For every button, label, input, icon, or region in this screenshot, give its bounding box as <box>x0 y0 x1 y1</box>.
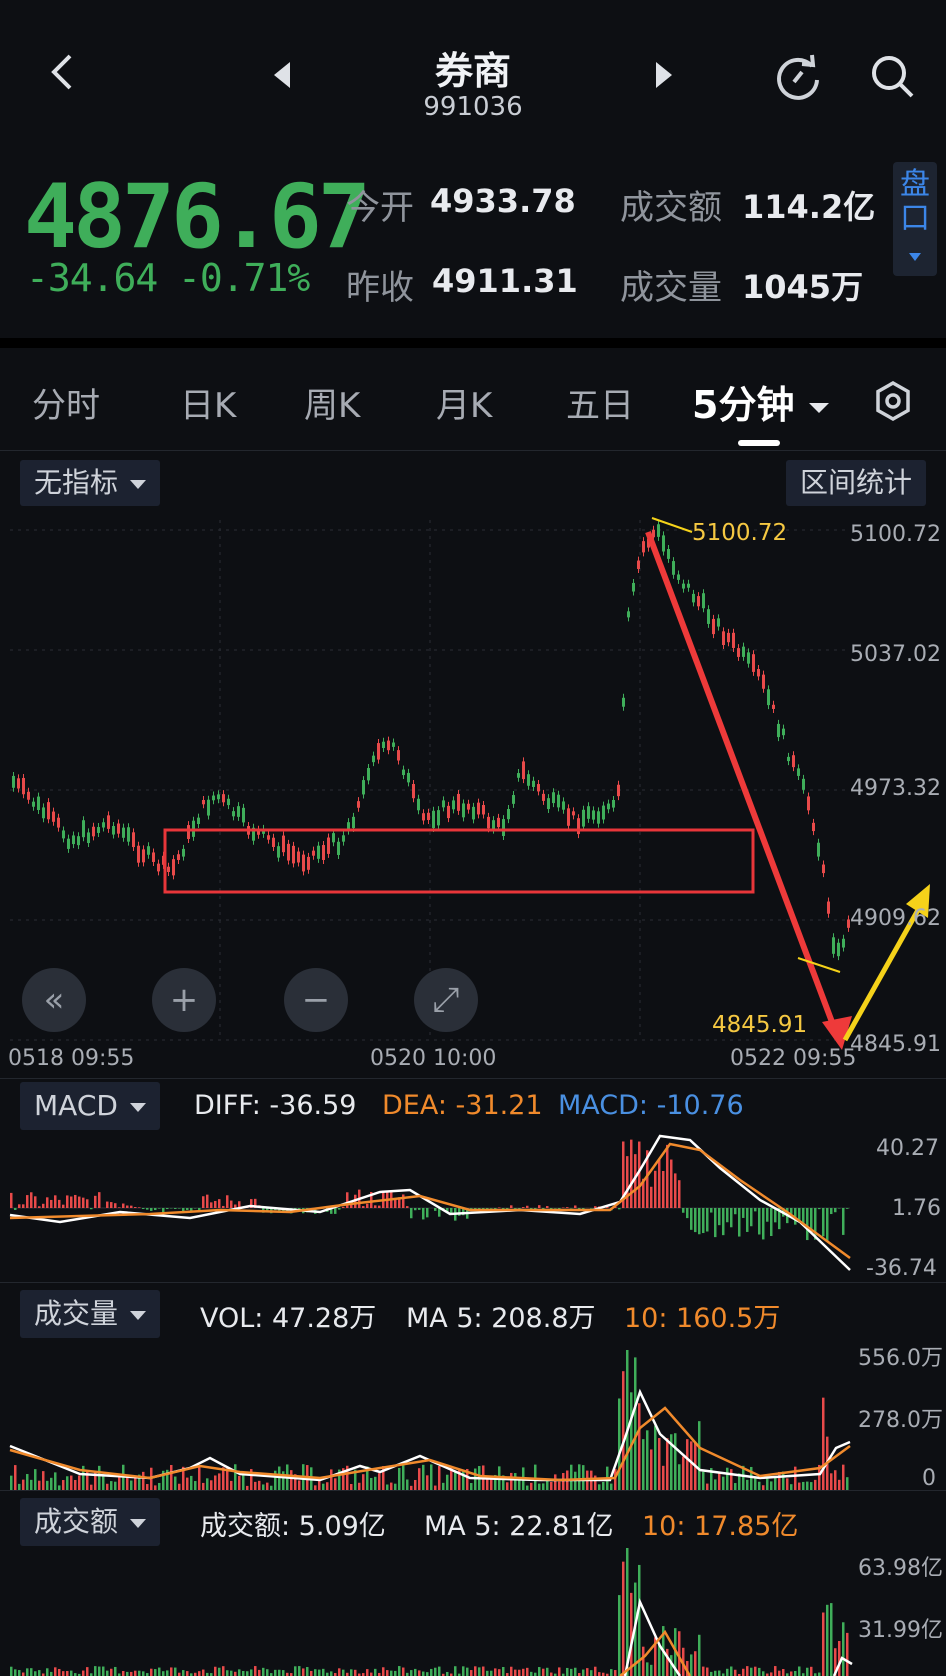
volume-vol: VOL: 47.28万 <box>200 1303 377 1334</box>
volume-ma10: 10: 160.5万 <box>624 1303 781 1334</box>
x-tick: 0518 09:55 <box>8 1046 135 1071</box>
zoom-in-button[interactable]: + <box>152 968 216 1032</box>
tab-intraday[interactable]: 分时 <box>32 378 100 427</box>
volume-y-tick: 278.0万 <box>858 1408 943 1433</box>
macd-chart <box>9 1134 851 1271</box>
macd-y-tick: -36.74 <box>866 1256 937 1281</box>
macd-y-tick: 1.76 <box>892 1196 941 1221</box>
y-tick: 4973.32 <box>850 776 941 801</box>
open-label: 今开 <box>346 188 414 228</box>
caret-down-icon <box>129 1102 146 1112</box>
divider <box>0 1282 946 1283</box>
scroll-left-button[interactable]: « <box>22 968 86 1032</box>
x-tick: 0522 09:55 <box>730 1046 857 1071</box>
range-stats-button[interactable]: 区间统计 <box>786 460 927 506</box>
amount-ma5: MA 5: 22.81亿 <box>424 1511 614 1542</box>
divider <box>0 450 946 451</box>
amount-value: 114.2亿 <box>742 188 876 226</box>
caret-down-icon <box>130 479 147 489</box>
decline-arrow <box>645 530 838 1032</box>
prev-close-value: 4911.31 <box>432 262 578 300</box>
open-value: 4933.78 <box>430 182 576 220</box>
volume-bars <box>10 1350 849 1490</box>
volume-select[interactable]: 成交量 <box>20 1290 161 1338</box>
amount-ma10: 10: 17.85亿 <box>642 1511 799 1542</box>
chevron-down-icon <box>808 402 829 413</box>
y-tick: 4845.91 <box>850 1032 941 1057</box>
macd-value: MACD: -10.76 <box>558 1090 744 1121</box>
zoom-out-button[interactable]: − <box>284 968 348 1032</box>
next-stock-icon[interactable] <box>654 60 674 94</box>
volume-label: 成交量 <box>620 268 722 308</box>
prev-close-label: 昨收 <box>346 268 414 308</box>
active-tab-indicator <box>738 440 780 446</box>
tab-five-day[interactable]: 五日 <box>566 378 634 427</box>
macd-select-label: MACD <box>34 1089 118 1122</box>
high-price-label: 5100.72 <box>692 520 788 546</box>
settings-gear-icon[interactable] <box>872 380 914 426</box>
macd-select[interactable]: MACD <box>20 1082 160 1130</box>
caret-down-icon <box>130 1310 147 1320</box>
volume-y-tick: 0 <box>922 1466 936 1491</box>
volume-value: 1045万 <box>742 268 864 306</box>
amount-label: 成交额 <box>620 188 722 228</box>
tab-monthly-k[interactable]: 月K <box>436 378 492 427</box>
indicator-select-label: 无指标 <box>34 466 119 499</box>
amount-chart <box>10 1548 853 1676</box>
amount-select-label: 成交额 <box>34 1505 119 1538</box>
gridlines <box>10 520 850 1041</box>
range-stats-label: 区间统计 <box>800 466 913 499</box>
amount-bars <box>10 1548 849 1676</box>
volume-y-tick: 556.0万 <box>858 1346 943 1371</box>
y-tick: 5100.72 <box>850 522 941 547</box>
low-marker <box>797 957 841 973</box>
macd-y-tick: 40.27 <box>876 1136 939 1161</box>
price-change-pct: -0.71% <box>178 256 310 300</box>
section-separator <box>0 338 946 348</box>
macd-histogram <box>10 1139 849 1242</box>
caret-down-icon <box>130 1518 147 1528</box>
dropdown-icon <box>909 253 921 261</box>
fullscreen-button[interactable]: ⤢ <box>414 968 478 1032</box>
volume-chart <box>9 1350 851 1490</box>
tab-5min[interactable]: 5分钟 <box>692 374 830 429</box>
last-price: 4876.67 <box>24 165 371 268</box>
macd-dea: DEA: -31.21 <box>382 1090 543 1121</box>
indicator-select[interactable]: 无指标 <box>20 460 161 506</box>
amount-y-tick: 31.99亿 <box>858 1618 943 1643</box>
low-price-label: 4845.91 <box>712 1012 808 1038</box>
price-change: -34.64 <box>26 256 158 300</box>
divider <box>0 1078 946 1079</box>
market-depth-button[interactable]: 盘口 <box>893 162 937 276</box>
y-tick: 5037.02 <box>850 642 941 667</box>
amount-select[interactable]: 成交额 <box>20 1498 161 1546</box>
amount-y-tick: 63.98亿 <box>858 1556 943 1581</box>
market-depth-label: 盘口 <box>900 167 930 236</box>
volume-select-label: 成交量 <box>34 1297 119 1330</box>
macd-diff: DIFF: -36.59 <box>194 1090 357 1121</box>
tab-daily-k[interactable]: 日K <box>180 378 236 427</box>
tab-5min-label: 5分钟 <box>692 383 795 427</box>
search-icon[interactable] <box>868 52 918 106</box>
amount-value-label: 成交额: 5.09亿 <box>200 1511 386 1542</box>
volume-ma5: MA 5: 208.8万 <box>406 1303 596 1334</box>
tab-weekly-k[interactable]: 周K <box>304 378 360 427</box>
y-tick: 4909.62 <box>850 906 941 931</box>
refresh-icon[interactable] <box>772 52 824 108</box>
macd-diff-line <box>9 1134 851 1271</box>
x-tick: 0520 10:00 <box>370 1046 497 1071</box>
divider <box>0 1490 946 1491</box>
